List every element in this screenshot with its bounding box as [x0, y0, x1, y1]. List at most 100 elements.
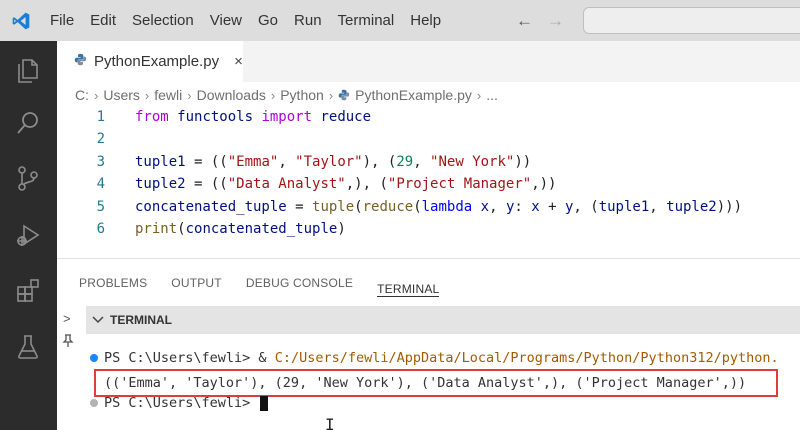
- breadcrumb-drive[interactable]: C:: [75, 87, 89, 103]
- terminal-section-header[interactable]: TERMINAL: [86, 306, 800, 334]
- arrow-left-icon[interactable]: ←: [516, 11, 533, 31]
- menu-go[interactable]: Go: [250, 0, 286, 41]
- code-editor[interactable]: 1 from functools import reduce 2 3 tuple1 = …: [57, 106, 800, 241]
- code-token: concatenated_tuple: [135, 198, 287, 215]
- breadcrumb: C: › Users › fewli › Downloads › Python …: [57, 82, 800, 108]
- code-token: "Data Analyst": [227, 176, 346, 193]
- code-token: (: [413, 198, 422, 215]
- terminal-command-prefix: PS C:\Users\fewli> &: [104, 350, 275, 366]
- code-text: from functools import reduce: [135, 106, 371, 128]
- code-token: ,: [489, 198, 506, 215]
- terminal[interactable]: PS C:\Users\fewli> & C:/Users/fewli/AppD…: [86, 345, 800, 430]
- navigation-arrows: ← →: [516, 0, 564, 41]
- code-token: "Project Manager": [387, 176, 532, 193]
- code-token: tuple1: [598, 198, 650, 215]
- code-line: 4 tuple2 = (("Data Analyst",), ("Project …: [57, 173, 557, 195]
- code-line: 6 print(concatenated_tuple): [57, 218, 346, 240]
- breadcrumb-users[interactable]: Users: [103, 87, 140, 103]
- code-token: ): [337, 221, 346, 237]
- code-token: lambda: [421, 198, 473, 215]
- command-center-search[interactable]: [583, 7, 800, 34]
- code-token: "Emma": [227, 153, 279, 170]
- code-token: = ((: [185, 153, 228, 170]
- menu-run[interactable]: Run: [286, 0, 330, 41]
- breadcrumb-fewli[interactable]: fewli: [154, 87, 182, 103]
- chevron-right-icon: ›: [270, 87, 276, 103]
- pin-icon[interactable]: [62, 334, 74, 351]
- source-control-icon[interactable]: [12, 162, 44, 194]
- menu-terminal[interactable]: Terminal: [330, 0, 403, 41]
- editor-tab-bar: PythonExample.py ×: [57, 41, 800, 82]
- tab-python-example[interactable]: PythonExample.py ×: [57, 41, 243, 82]
- code-token: :: [514, 198, 532, 215]
- tab-label: PythonExample.py: [94, 53, 220, 70]
- code-token: )): [514, 153, 532, 170]
- breadcrumb-more[interactable]: ...: [486, 87, 498, 103]
- line-number: 1: [96, 109, 105, 125]
- breadcrumb-file[interactable]: PythonExample.py: [338, 87, 472, 103]
- line-number: 4: [96, 176, 105, 193]
- chevron-right-icon: ›: [187, 87, 192, 103]
- code-token: = ((: [185, 176, 228, 193]
- code-token: ,)): [531, 176, 557, 193]
- search-icon[interactable]: [12, 107, 44, 139]
- title-bar: File Edit Selection View Go Run Terminal…: [0, 0, 800, 41]
- text-cursor-icon: I: [325, 415, 335, 430]
- chevron-right-icon: ›: [94, 87, 99, 103]
- terminal-output-line: (('Emma', 'Taylor'), (29, 'New York'), (…: [104, 375, 747, 391]
- extensions-icon[interactable]: [12, 275, 44, 307]
- code-token: "New York": [430, 153, 515, 170]
- python-file-icon: [338, 89, 350, 101]
- tab-debug-console[interactable]: DEBUG CONSOLE: [246, 259, 353, 305]
- menu-view[interactable]: View: [202, 0, 250, 41]
- code-token: ,), (: [345, 176, 388, 193]
- testing-icon[interactable]: [12, 331, 44, 363]
- terminal-prompt: PS C:\Users\fewli>: [104, 395, 259, 411]
- code-line: 2: [57, 128, 107, 150]
- code-token: +: [539, 198, 565, 215]
- panel-tab-bar: PROBLEMS OUTPUT DEBUG CONSOLE TERMINAL: [57, 259, 800, 305]
- code-token: tuple2: [135, 176, 186, 193]
- menu-selection[interactable]: Selection: [124, 0, 202, 41]
- code-text: concatenated_tuple = tuple(reduce(lambda…: [135, 196, 742, 218]
- terminal-prompt-line: PS C:\Users\fewli>: [104, 393, 269, 413]
- chevron-down-icon: [92, 313, 104, 327]
- menu-help[interactable]: Help: [402, 0, 449, 41]
- tab-output[interactable]: OUTPUT: [171, 259, 222, 305]
- vscode-logo-icon: [0, 0, 42, 41]
- breadcrumb-file-label: PythonExample.py: [355, 87, 472, 103]
- breadcrumb-downloads[interactable]: Downloads: [197, 87, 266, 103]
- terminal-command-line: PS C:\Users\fewli> & C:/Users/fewli/AppD…: [104, 348, 779, 368]
- code-token: print: [135, 221, 178, 237]
- menu-file[interactable]: File: [42, 0, 82, 41]
- chevron-right-icon: ›: [144, 87, 150, 103]
- code-token: ,: [278, 153, 296, 170]
- run-debug-icon[interactable]: [12, 219, 44, 251]
- arrow-right-icon[interactable]: →: [547, 11, 564, 31]
- code-token: (: [354, 198, 363, 215]
- code-token: (: [177, 221, 186, 237]
- code-token: ,: [649, 198, 667, 215]
- terminal-header-label: TERMINAL: [110, 313, 172, 327]
- explorer-icon[interactable]: [12, 54, 44, 86]
- code-token: from: [135, 109, 169, 125]
- command-success-dot-icon[interactable]: [90, 354, 98, 362]
- command-pending-dot-icon[interactable]: [90, 399, 98, 407]
- code-line: 3 tuple1 = (("Emma", "Taylor"), (29, "New…: [57, 151, 532, 173]
- close-icon[interactable]: ×: [234, 53, 243, 70]
- chevron-right-icon[interactable]: >: [63, 311, 71, 326]
- breadcrumb-python[interactable]: Python: [280, 87, 324, 103]
- tab-problems[interactable]: PROBLEMS: [79, 259, 147, 305]
- menu-edit[interactable]: Edit: [82, 0, 124, 41]
- tab-terminal[interactable]: TERMINAL: [377, 263, 440, 297]
- python-file-icon: [74, 53, 87, 71]
- code-token: , (: [573, 198, 599, 215]
- line-number: 3: [96, 153, 105, 170]
- code-text: tuple1 = (("Emma", "Taylor"), (29, "New …: [135, 151, 531, 173]
- terminal-command-path: C:/Users/fewli/AppData/Local/Programs/Py…: [274, 350, 779, 366]
- code-token: ), (: [362, 153, 397, 170]
- code-token: concatenated_tuple: [185, 221, 338, 237]
- line-number: 6: [96, 221, 105, 237]
- code-text: print(concatenated_tuple): [135, 218, 346, 240]
